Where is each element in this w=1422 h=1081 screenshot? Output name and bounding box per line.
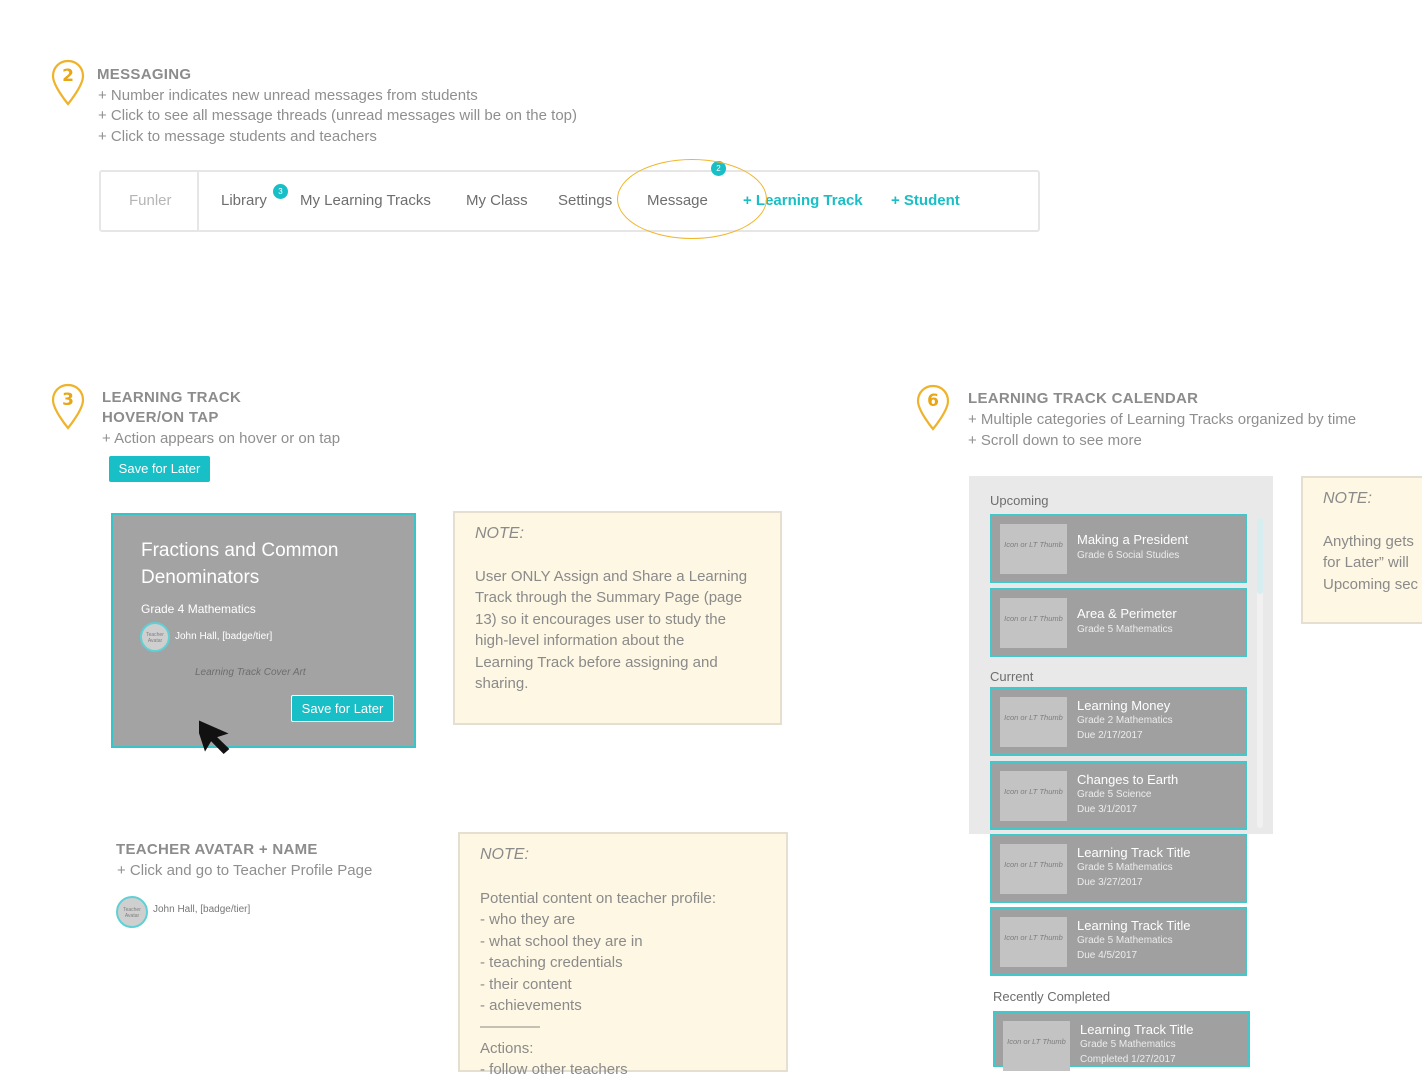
lt-due: Due 2/17/2017 [1077, 730, 1143, 741]
card-title: Fractions and Common Denominators [141, 540, 339, 588]
learning-track-item[interactable]: Icon or LT Thumb Learning Track Title Gr… [990, 907, 1247, 976]
section-title: LEARNING TRACK [102, 389, 242, 406]
section-line: + Number indicates new unread messages f… [98, 87, 478, 104]
brand-logo[interactable]: Funler [129, 192, 172, 209]
lt-title: Learning Money [1077, 698, 1171, 713]
lt-title: Learning Track Title [1077, 845, 1191, 860]
brand-cell: Funler [101, 172, 199, 230]
section-title: TEACHER AVATAR + NAME [116, 841, 318, 858]
lt-due: Due 4/5/2017 [1077, 950, 1138, 961]
annotation-circle [617, 159, 767, 239]
learning-track-item[interactable]: Icon or LT Thumb Changes to Earth Grade … [990, 761, 1247, 830]
recently-completed-label: Recently Completed [993, 989, 1111, 1004]
current-label: Current [990, 669, 1034, 684]
note-heading: NOTE: [475, 525, 524, 542]
section-title: LEARNING TRACK CALENDAR [968, 390, 1199, 407]
lt-thumbnail: Icon or LT Thumb [1000, 598, 1067, 648]
learning-track-item[interactable]: Icon or LT Thumb Making a President Grad… [990, 514, 1247, 583]
lt-title: Learning Track Title [1080, 1022, 1194, 1037]
nav-library[interactable]: Library [221, 192, 267, 209]
lt-thumbnail: Icon or LT Thumb [1000, 697, 1067, 747]
note-body: Potential content on teacher profile: - … [480, 890, 716, 1079]
learning-track-item[interactable]: Icon or LT Thumb Learning Track Title Gr… [990, 834, 1247, 903]
note-box: NOTE: Anything gets for Later” will Upco… [1301, 476, 1422, 624]
mouse-cursor-icon [194, 712, 245, 771]
nav-my-learning-tracks[interactable]: My Learning Tracks [300, 192, 431, 209]
note-line: Anything gets [1323, 533, 1414, 550]
nav-settings[interactable]: Settings [558, 192, 612, 209]
pin-number: 3 [62, 390, 74, 410]
note-line: Upcoming sec [1323, 575, 1419, 593]
section-title: HOVER/ON TAP [102, 409, 219, 426]
location-pin-icon: 2 [51, 59, 85, 106]
pin-number: 6 [927, 391, 939, 411]
lt-title: Making a President [1077, 532, 1189, 547]
lt-thumbnail: Icon or LT Thumb [1000, 844, 1067, 894]
card-save-for-later-button[interactable]: Save for Later [291, 695, 394, 722]
note-heading: NOTE: [1323, 490, 1372, 507]
upcoming-label: Upcoming [990, 493, 1049, 508]
calendar-scrollbar[interactable] [1257, 518, 1263, 828]
lt-thumbnail: Icon or LT Thumb [1003, 1021, 1070, 1071]
card-grade: Grade 4 Mathematics [141, 602, 256, 616]
section-line: + Click to see all message threads (unre… [98, 107, 577, 124]
learning-track-item[interactable]: Icon or LT Thumb Area & Perimeter Grade … [990, 588, 1247, 657]
section-line: + Click and go to Teacher Profile Page [117, 862, 373, 879]
lt-thumbnail: Icon or LT Thumb [1000, 771, 1067, 821]
teacher-avatar[interactable]: Teacher Avatar [116, 896, 148, 928]
lt-due: Due 3/1/2017 [1077, 804, 1138, 815]
teacher-name[interactable]: John Hall, [badge/tier] [153, 904, 250, 915]
teacher-avatar[interactable]: Teacher Avatar [140, 622, 170, 652]
pin-number: 2 [62, 66, 74, 86]
lt-title: Learning Track Title [1077, 918, 1191, 933]
section-line: + Action appears on hover or on tap [102, 430, 341, 447]
lt-grade: Grade 5 Mathematics [1080, 1039, 1176, 1050]
note-body: Anything gets for Later” will Upcoming s… [1323, 531, 1418, 595]
section-line: + Click to message students and teachers [98, 128, 377, 145]
lt-grade: Grade 5 Science [1077, 789, 1152, 800]
lt-grade: Grade 5 Mathematics [1077, 935, 1173, 946]
lt-thumbnail: Icon or LT Thumb [1000, 917, 1067, 967]
section-line: + Scroll down to see more [968, 432, 1142, 449]
save-for-later-button[interactable]: Save for Later [109, 456, 210, 482]
note-body: User ONLY Assign and Share a Learning Tr… [475, 568, 748, 693]
learning-track-item[interactable]: Icon or LT Thumb Learning Money Grade 2 … [990, 687, 1247, 756]
lt-grade: Grade 5 Mathematics [1077, 624, 1173, 635]
top-nav-bar: Funler Library 3 My Learning Tracks My C… [99, 161, 1040, 232]
learning-track-item[interactable]: Icon or LT Thumb Learning Track Title Gr… [993, 1011, 1250, 1071]
section-line: + Multiple categories of Learning Tracks… [968, 411, 1357, 428]
location-pin-icon: 3 [51, 383, 85, 430]
lt-due: Due 3/27/2017 [1077, 877, 1143, 888]
note-line: for Later” will [1323, 554, 1409, 572]
library-unread-badge: 3 [273, 184, 288, 199]
card-author[interactable]: John Hall, [badge/tier] [175, 631, 272, 642]
note-heading: NOTE: [480, 846, 529, 863]
learning-track-card[interactable]: Fractions and Common Denominators Grade … [111, 513, 416, 748]
lt-title: Changes to Earth [1077, 772, 1179, 787]
add-student-button[interactable]: + Student [891, 192, 960, 209]
lt-thumbnail: Icon or LT Thumb [1000, 524, 1067, 574]
lt-grade: Grade 6 Social Studies [1077, 550, 1180, 561]
note-box: NOTE: Potential content on teacher profi… [458, 832, 788, 1078]
lt-grade: Grade 5 Mathematics [1077, 862, 1173, 873]
cover-art-label: Learning Track Cover Art [195, 667, 306, 678]
scrollbar-thumb[interactable] [1257, 518, 1263, 594]
lt-grade: Grade 2 Mathematics [1077, 715, 1173, 726]
location-pin-icon: 6 [916, 384, 950, 431]
nav-my-class[interactable]: My Class [466, 192, 528, 209]
note-box: NOTE: User ONLY Assign and Share a Learn… [453, 511, 782, 725]
lt-title: Area & Perimeter [1077, 606, 1177, 621]
section-title: MESSAGING [97, 66, 192, 83]
lt-due: Completed 1/27/2017 [1080, 1054, 1176, 1065]
